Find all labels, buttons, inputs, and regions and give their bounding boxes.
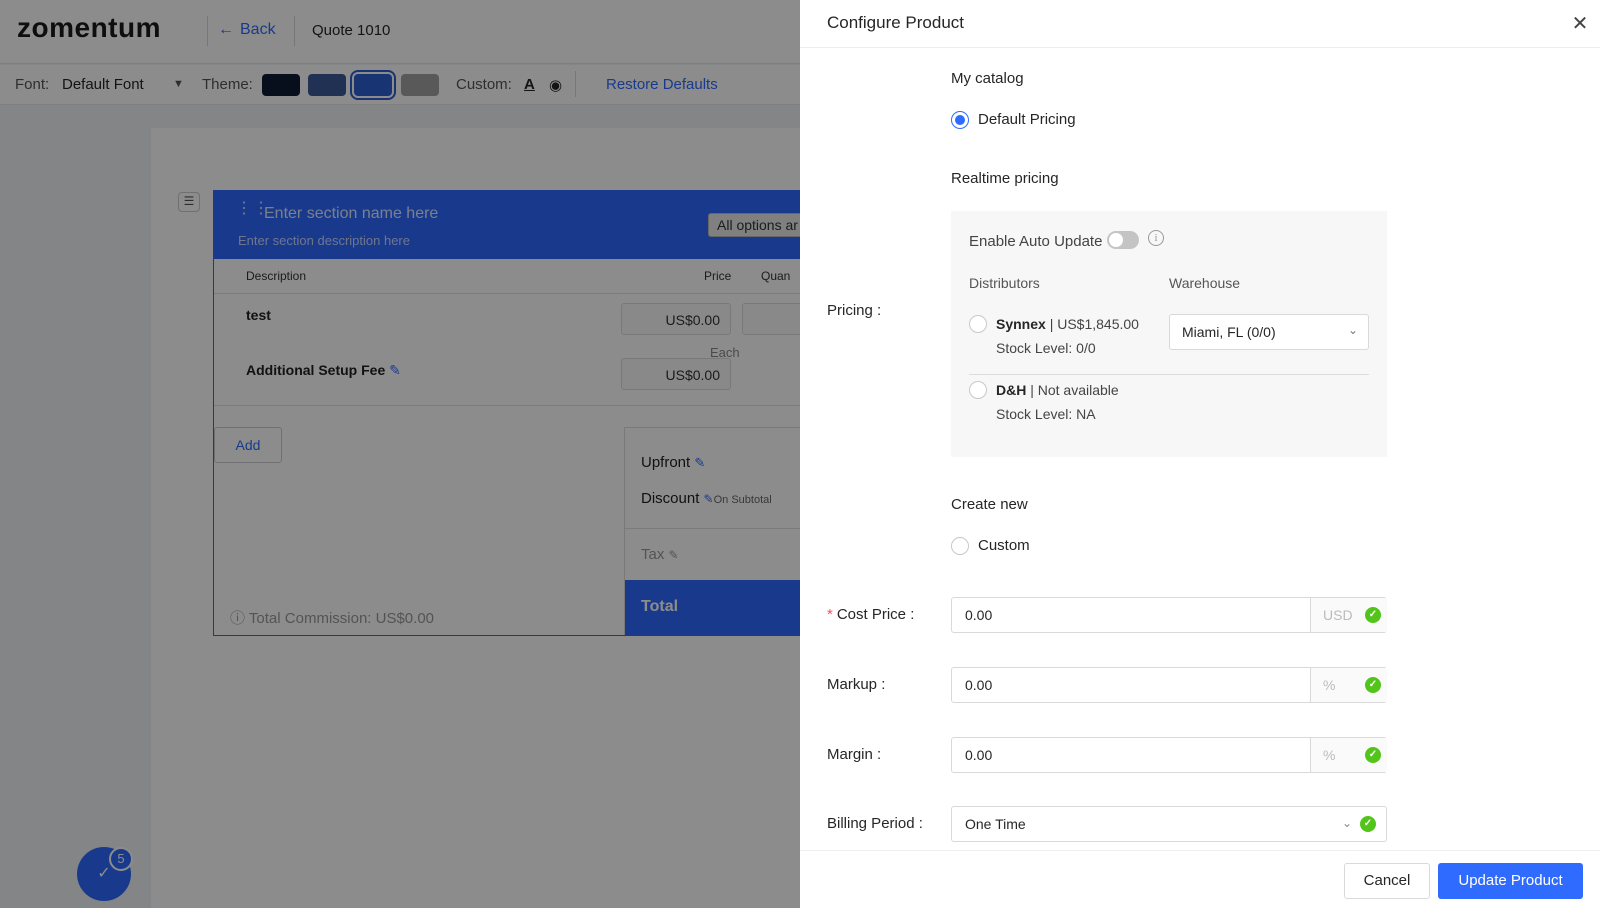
create-new-heading: Create new [951,496,1028,513]
info-icon[interactable]: i [1148,230,1164,246]
cancel-button[interactable]: Cancel [1344,863,1430,899]
drawer-footer: Cancel Update Product [800,850,1600,908]
chevron-down-icon: ⌄ [1342,816,1353,830]
realtime-pricing-panel: Enable Auto Update i Distributors Wareho… [951,211,1387,457]
warehouse-select[interactable]: Miami, FL (0/0) ⌄ [1169,314,1369,350]
drawer-title: Configure Product [827,13,965,32]
distributor-radio-synnex[interactable] [969,315,987,333]
drawer-overlay[interactable] [0,0,800,908]
stock-level: Stock Level: 0/0 [996,340,1096,356]
percent-addon: % ✓ [1310,668,1387,702]
check-circle-icon: ✓ [1365,747,1381,763]
percent-addon: % ✓ [1310,738,1387,772]
stock-level: Stock Level: NA [996,406,1096,422]
distributors-header: Distributors [969,275,1040,291]
realtime-pricing-heading: Realtime pricing [951,170,1059,187]
auto-update-label: Enable Auto Update [969,233,1103,250]
cost-price-label: * Cost Price : [827,606,915,623]
markup-input[interactable]: 0.00 % ✓ [951,667,1387,703]
auto-update-toggle[interactable] [1107,231,1139,249]
check-circle-icon: ✓ [1360,816,1376,832]
my-catalog-heading: My catalog [951,70,1024,87]
default-pricing-label[interactable]: Default Pricing [978,111,1076,128]
drawer-header: Configure Product ✕ [800,0,1600,48]
cost-price-input[interactable]: 0.00 USD ✓ [951,597,1387,633]
update-product-button[interactable]: Update Product [1438,863,1583,899]
billing-period-select[interactable]: One Time ⌄ ✓ [951,806,1387,842]
close-icon[interactable]: ✕ [1570,14,1590,34]
divider [969,374,1369,375]
distributor-synnex: Synnex | US$1,845.00 [996,316,1139,332]
check-circle-icon: ✓ [1365,607,1381,623]
currency-addon: USD ✓ [1310,598,1387,632]
pricing-label: Pricing : [827,302,882,319]
check-circle-icon: ✓ [1365,677,1381,693]
chevron-down-icon: ⌄ [1347,323,1358,337]
configure-product-drawer: Configure Product ✕ My catalog Default P… [800,0,1600,908]
billing-period-label: Billing Period : [827,815,923,832]
markup-label: Markup : [827,676,886,693]
custom-radio[interactable] [951,537,969,555]
margin-label: Margin : [827,746,882,763]
drawer-body: My catalog Default Pricing Realtime pric… [800,49,1600,849]
distributor-radio-dh[interactable] [969,381,987,399]
margin-input[interactable]: 0.00 % ✓ [951,737,1387,773]
default-pricing-radio[interactable] [951,111,969,129]
warehouse-header: Warehouse [1169,275,1241,291]
custom-label[interactable]: Custom [978,537,1030,554]
distributor-dh: D&H | Not available [996,382,1119,398]
